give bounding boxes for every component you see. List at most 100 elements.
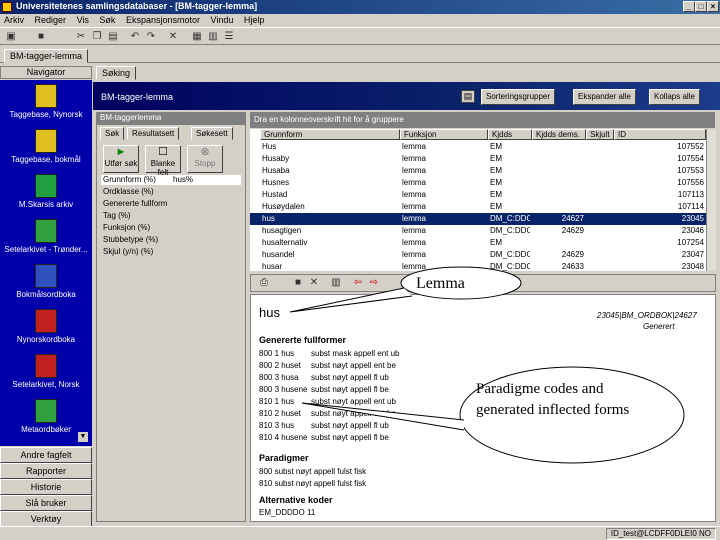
table-row[interactable]: Hustad lemma EM 107113 bbox=[250, 189, 706, 201]
tab-sokesett[interactable]: Søkesett bbox=[191, 127, 233, 140]
menu-arkiv[interactable]: Arkiv bbox=[0, 14, 28, 26]
save-icon[interactable]: ■ bbox=[34, 30, 48, 43]
undo-icon[interactable]: ↶ bbox=[128, 30, 142, 43]
column-header[interactable]: Skjult bbox=[586, 129, 614, 140]
nav-sla-bruker[interactable]: Slå bruker bbox=[0, 495, 92, 511]
minimize-button[interactable]: _ bbox=[683, 1, 695, 12]
status-user: ID_test@LCDFF0DLEI0 NO bbox=[605, 528, 716, 540]
nav-item[interactable]: Setelarkivet - Trønder... bbox=[0, 219, 92, 254]
tile-icon[interactable]: ▥ bbox=[206, 30, 220, 43]
criteria-row[interactable]: Skjul (y/n) (%) bbox=[101, 247, 241, 257]
criteria-row[interactable]: Genererte fullform bbox=[101, 199, 241, 209]
previous-arrow-icon[interactable]: ⇦ bbox=[351, 276, 365, 289]
scroll-down-icon[interactable]: ▼ bbox=[78, 432, 88, 442]
lemma-code: 23045|BM_ORDBOK|24627 bbox=[597, 311, 697, 320]
print-icon[interactable]: ⎙ bbox=[257, 276, 271, 289]
play-icon: ► bbox=[115, 146, 127, 158]
table-row[interactable]: Hus lemma EM 107552 bbox=[250, 141, 706, 153]
table-row[interactable]: husalternativ lemma EM 107254 bbox=[250, 237, 706, 249]
table-cell: husandel bbox=[262, 250, 295, 259]
properties-icon[interactable]: ▤ bbox=[461, 90, 475, 103]
clear-fields-button[interactable]: ☐ Blanke felt bbox=[145, 145, 181, 177]
nav-item[interactable]: Metaordbøker bbox=[0, 399, 92, 434]
headword: hus bbox=[259, 305, 280, 320]
column-header[interactable]: Kjdds dems. bbox=[532, 129, 586, 140]
menu-rediger[interactable]: Rediger bbox=[31, 14, 71, 26]
stop-square-icon[interactable]: ■ bbox=[291, 276, 305, 289]
form-tags: subst nøyt appell ent be bbox=[311, 409, 396, 418]
tab-bm-tagger-lemma[interactable]: BM-tagger-lemma bbox=[4, 49, 89, 63]
nav-item[interactable]: M.Skarsis arkiv bbox=[0, 174, 92, 209]
table-row[interactable]: Husaba lemma EM 107553 bbox=[250, 165, 706, 177]
nav-andre-fagfelt[interactable]: Andre fagfelt bbox=[0, 447, 92, 463]
column-header[interactable]: Grunnform bbox=[260, 129, 400, 140]
table-cell: lemma bbox=[402, 226, 427, 235]
table-cell: husagtigen bbox=[262, 226, 302, 235]
nav-historie[interactable]: Historie bbox=[0, 479, 92, 495]
nav-item[interactable]: Setelarkivet, Norsk bbox=[0, 354, 92, 389]
menu-vindu[interactable]: Vindu bbox=[207, 14, 238, 26]
form-tags: subst nøyt appell ent ub bbox=[311, 397, 396, 406]
column-header[interactable]: Funksjon bbox=[400, 129, 488, 140]
criteria-row[interactable]: Grunnform (%) hus% bbox=[101, 175, 241, 185]
stop-icon: ⊗ bbox=[200, 146, 210, 158]
table-row[interactable]: husagtigen lemma DM_C:DDO 24629 23046 bbox=[250, 225, 706, 237]
expand-all-button[interactable]: Ekspander alle bbox=[573, 89, 636, 105]
table-cell: 107114 bbox=[677, 202, 704, 211]
nav-verktoy[interactable]: Verktøy bbox=[0, 511, 92, 527]
tab-resultatsett[interactable]: Resultatsett bbox=[127, 127, 180, 140]
stop-button[interactable]: ⊗ Stopp bbox=[187, 145, 223, 173]
menu-sok[interactable]: Søk bbox=[95, 14, 119, 26]
navigator-header[interactable]: Navigator bbox=[0, 66, 92, 79]
paste-icon[interactable]: ▤ bbox=[106, 30, 120, 43]
nav-item[interactable]: Bokmålsordboka bbox=[0, 264, 92, 299]
nav-rapporter[interactable]: Rapporter bbox=[0, 463, 92, 479]
criteria-field: Tag (%) bbox=[103, 211, 131, 220]
criteria-value[interactable]: hus% bbox=[173, 175, 193, 184]
column-header[interactable]: Kjdds bbox=[488, 129, 532, 140]
sort-groups-button[interactable]: Sorteringsgrupper bbox=[481, 89, 556, 105]
nav-item[interactable]: Taggebase, Nynorsk bbox=[0, 84, 92, 119]
criteria-row[interactable]: Funksjon (%) bbox=[101, 223, 241, 233]
table-row[interactable]: Husnes lemma EM 107556 bbox=[250, 177, 706, 189]
table-row[interactable]: Husøydalen lemma EM 107114 bbox=[250, 201, 706, 213]
cut-icon[interactable]: ✂ bbox=[74, 30, 88, 43]
close-icon[interactable]: ✕ bbox=[307, 276, 321, 289]
cascade-icon[interactable]: ▦ bbox=[190, 30, 204, 43]
menu-ekspansjonsmotor[interactable]: Ekspansjonsmotor bbox=[122, 14, 204, 26]
next-arrow-icon[interactable]: ⇨ bbox=[367, 276, 381, 289]
nav-item[interactable]: Nynorskordboka bbox=[0, 309, 92, 344]
menu-hjelp[interactable]: Hjelp bbox=[240, 14, 269, 26]
close-button[interactable]: × bbox=[707, 1, 719, 12]
table-cell: 107254 bbox=[677, 238, 704, 247]
maximize-button[interactable]: □ bbox=[695, 1, 707, 12]
arrange-icon[interactable]: ☰ bbox=[222, 30, 236, 43]
menu-vis[interactable]: Vis bbox=[73, 14, 93, 26]
database-icon bbox=[35, 129, 57, 153]
table-row[interactable]: husar lemma DM_C:DDO 24633 23048 bbox=[250, 261, 706, 271]
new-icon[interactable]: ▣ bbox=[4, 30, 18, 43]
grid-scrollbar[interactable] bbox=[706, 129, 716, 271]
criteria-row[interactable]: Ordklasse (%) bbox=[101, 187, 241, 197]
table-row[interactable]: hus lemma DM_C:DDO 24627 23045 bbox=[250, 213, 706, 225]
copy-icon[interactable]: ❐ bbox=[90, 30, 104, 43]
criteria-row[interactable]: Stubbetype (%) bbox=[101, 235, 241, 245]
table-row[interactable]: husandel lemma DM_C:DDO 24629 23047 bbox=[250, 249, 706, 261]
table-cell: Husaba bbox=[262, 166, 290, 175]
redo-icon[interactable]: ↷ bbox=[144, 30, 158, 43]
criteria-row[interactable]: Tag (%) bbox=[101, 211, 241, 221]
execute-search-button[interactable]: ► Utfør søk bbox=[103, 145, 139, 173]
form-code: 800 1 hus bbox=[259, 349, 295, 358]
tab-sok[interactable]: Søk bbox=[100, 127, 125, 140]
section-paradigms: Paradigmer bbox=[259, 453, 309, 463]
nav-item[interactable]: Taggebase, bokmål bbox=[0, 129, 92, 164]
window-title: Universitetenes samlingsdatabaser - [BM-… bbox=[16, 1, 258, 11]
table-row[interactable]: Husaby lemma EM 107554 bbox=[250, 153, 706, 165]
delete-icon[interactable]: ✕ bbox=[166, 30, 180, 43]
collapse-all-button[interactable]: Kollaps alle bbox=[649, 89, 700, 105]
trash-icon[interactable]: ▥ bbox=[329, 276, 343, 289]
paradigm-callout-label: Paradigme codes and generated inflected … bbox=[476, 381, 630, 418]
nav-item-label: M.Skarsis arkiv bbox=[18, 200, 74, 209]
column-header[interactable]: ID bbox=[614, 129, 706, 140]
tab-soking[interactable]: Søking bbox=[96, 66, 137, 80]
